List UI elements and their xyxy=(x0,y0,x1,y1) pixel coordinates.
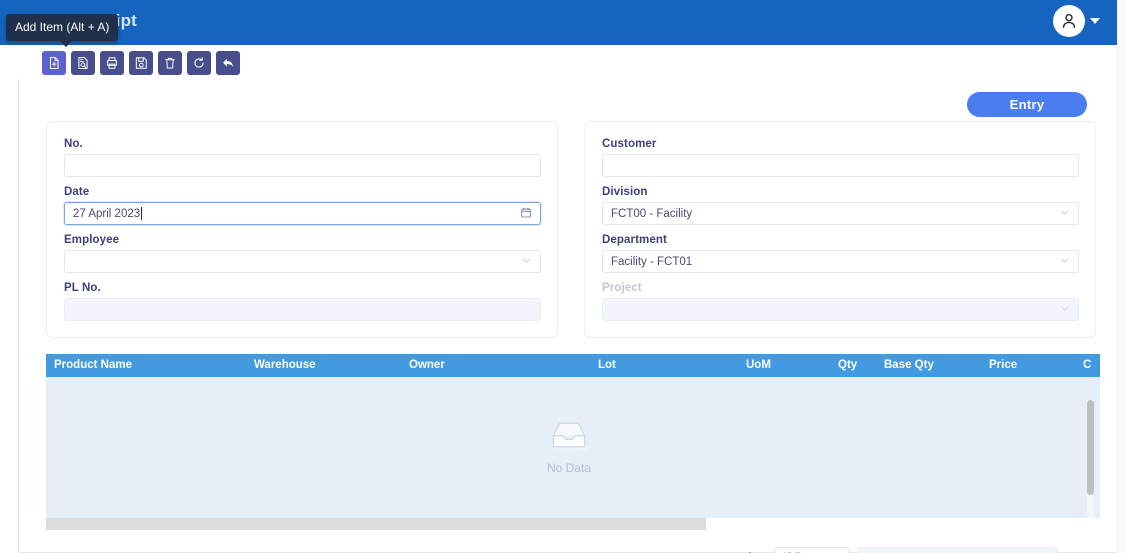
user-avatar-icon xyxy=(1062,13,1076,28)
field-customer: Customer xyxy=(602,138,1079,177)
employee-select[interactable] xyxy=(64,250,541,273)
delete-button[interactable] xyxy=(158,50,182,75)
chevron-down-icon[interactable] xyxy=(1090,18,1100,24)
user-menu[interactable] xyxy=(1053,5,1100,37)
customer-input[interactable] xyxy=(602,154,1079,177)
app-header-bar: Stock Receipt xyxy=(0,0,1118,45)
form-card-right: Customer Division FCT00 - Facility Depar… xyxy=(584,121,1096,338)
total-amount-field: 0.00 xyxy=(858,547,1058,553)
printer-icon xyxy=(107,56,117,69)
form-card-left: No. Date 27 April 2023 Employee PL No. xyxy=(46,121,558,338)
column-header-cost[interactable]: C xyxy=(1083,359,1091,371)
chevron-down-icon xyxy=(1059,255,1070,269)
save-button[interactable] xyxy=(129,50,153,75)
field-date: Date 27 April 2023 xyxy=(64,186,541,225)
toolbar xyxy=(18,46,1118,79)
field-project: Project xyxy=(602,282,1079,321)
column-header-warehouse[interactable]: Warehouse xyxy=(254,359,316,371)
column-header-base-qty[interactable]: Base Qty xyxy=(884,359,934,371)
stock-receipt-page: Stock Receipt Add Item (Alt + A) xyxy=(0,0,1126,553)
avatar[interactable] xyxy=(1053,5,1085,37)
text-caret xyxy=(141,207,143,220)
label-pl-no: PL No. xyxy=(64,282,101,294)
label-customer: Customer xyxy=(602,138,657,150)
arrow-back-icon xyxy=(223,58,233,67)
back-button[interactable] xyxy=(216,50,240,75)
date-input-value: 27 April 2023 xyxy=(73,207,141,220)
field-no: No. xyxy=(64,138,541,177)
table-header-row: Product Name Warehouse Owner Lot UoM Qty… xyxy=(46,354,1100,377)
department-select[interactable]: Facility - FCT01 xyxy=(602,250,1079,273)
column-header-owner[interactable]: Owner xyxy=(409,359,445,371)
column-header-lot[interactable]: Lot xyxy=(598,359,616,371)
document-add-icon xyxy=(50,56,59,69)
label-no: No. xyxy=(64,138,83,150)
entry-button[interactable]: Entry xyxy=(967,92,1087,117)
label-division: Division xyxy=(602,186,648,198)
no-input[interactable] xyxy=(64,154,541,177)
label-employee: Employee xyxy=(64,234,120,246)
pl-no-input xyxy=(64,298,541,321)
tooltip-add-item: Add Item (Alt + A) xyxy=(6,14,119,47)
page-scrollbar[interactable] xyxy=(1117,0,1126,553)
trash-icon xyxy=(165,57,175,68)
empty-state-label: No Data xyxy=(546,461,592,475)
label-date: Date xyxy=(64,186,90,198)
items-table: Product Name Warehouse Owner Lot UoM Qty… xyxy=(46,354,1100,518)
field-employee: Employee xyxy=(64,234,541,273)
page-content: Entry No. Date 27 April 2023 Employee PL… xyxy=(18,79,1118,553)
currency-select[interactable]: IDR xyxy=(774,547,850,553)
column-header-qty[interactable]: Qty xyxy=(838,359,857,371)
search-document-button[interactable] xyxy=(71,50,95,75)
empty-inbox-icon xyxy=(550,422,588,452)
calendar-icon xyxy=(520,206,532,221)
add-item-button[interactable] xyxy=(42,50,66,75)
floppy-save-icon xyxy=(135,56,147,69)
empty-state: No Data xyxy=(46,415,1100,475)
column-header-uom[interactable]: UoM xyxy=(746,359,771,371)
division-select-value: FCT00 - Facility xyxy=(611,207,693,220)
field-pl-no: PL No. xyxy=(64,282,541,321)
table-vertical-scrollbar-thumb[interactable] xyxy=(1087,400,1094,495)
label-project: Project xyxy=(602,282,642,294)
form-section: No. Date 27 April 2023 Employee PL No. C… xyxy=(46,121,1100,338)
department-select-value: Facility - FCT01 xyxy=(611,255,693,268)
project-select xyxy=(602,298,1079,321)
chevron-down-icon xyxy=(1059,207,1070,221)
refresh-button[interactable] xyxy=(187,50,211,75)
chevron-down-icon xyxy=(521,255,532,269)
label-department: Department xyxy=(602,234,667,246)
totals-row: Total : IDR 0.00 xyxy=(46,538,1100,553)
division-select[interactable]: FCT00 - Facility xyxy=(602,202,1079,225)
field-department: Department Facility - FCT01 xyxy=(602,234,1079,273)
column-header-product-name[interactable]: Product Name xyxy=(54,359,132,371)
column-header-price[interactable]: Price xyxy=(989,359,1017,371)
table-horizontal-scrollbar-thumb[interactable] xyxy=(46,518,706,530)
field-division: Division FCT00 - Facility xyxy=(602,186,1079,225)
print-button[interactable] xyxy=(100,50,124,75)
document-search-icon xyxy=(78,56,88,69)
chevron-down-icon xyxy=(1059,303,1070,317)
refresh-ccw-icon xyxy=(194,56,204,68)
table-body-empty: No Data xyxy=(46,377,1100,518)
date-input[interactable]: 27 April 2023 xyxy=(64,202,541,225)
